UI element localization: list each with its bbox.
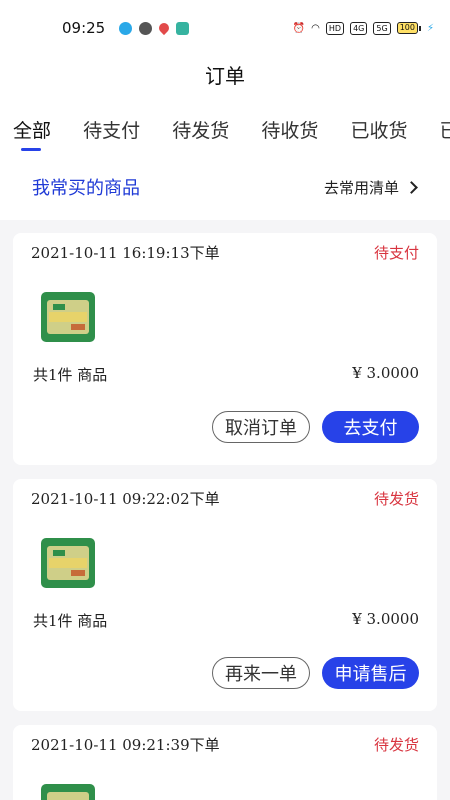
order-card[interactable]: 2021-10-11 09:21:39下单 待发货 — [13, 725, 437, 800]
location-icon — [157, 20, 172, 36]
favorites-row[interactable]: 我常买的商品 去常用清单 — [0, 154, 450, 220]
product-thumbnail[interactable] — [37, 778, 99, 800]
favorites-link[interactable]: 去常用清单 — [323, 177, 418, 198]
order-time: 2021-10-11 16:19:13下单 — [31, 244, 220, 262]
order-price: ¥ 3.0000 — [352, 610, 419, 628]
favorites-title: 我常买的商品 — [32, 178, 140, 199]
order-price: ¥ 3.0000 — [352, 364, 419, 382]
order-status: 待支付 — [373, 244, 419, 262]
battery-icon: 100 — [396, 22, 421, 34]
4g-chip: 4G — [350, 21, 368, 35]
tab-all[interactable]: 全部 — [13, 96, 51, 151]
cancel-order-button[interactable]: 取消订单 — [212, 411, 310, 443]
item-count: 共1件 商品 — [33, 612, 108, 630]
wechat-icon — [139, 21, 153, 35]
tab-pending-receipt[interactable]: 待收货 — [261, 96, 318, 143]
after-sales-button[interactable]: 申请售后 — [322, 657, 419, 689]
tab-more[interactable]: 已 — [440, 96, 450, 143]
order-tabs: 全部 待支付 待发货 待收货 已收货 已 — [0, 96, 450, 154]
order-status: 待发货 — [373, 736, 419, 754]
charging-icon: ⚡ — [426, 22, 434, 34]
alarm-icon: ⏰ — [292, 22, 306, 34]
page-title: 订单 — [205, 64, 245, 88]
battery-level: 100 — [396, 22, 418, 34]
hd-chip: HD — [325, 21, 345, 35]
product-thumbnail[interactable] — [37, 286, 99, 348]
product-thumbnail[interactable] — [37, 532, 99, 594]
wifi-icon: ◠ — [311, 22, 320, 34]
reorder-button[interactable]: 再来一单 — [212, 657, 310, 689]
order-time: 2021-10-11 09:21:39下单 — [31, 736, 220, 754]
order-status: 待发货 — [373, 490, 419, 508]
order-card[interactable]: 2021-10-11 16:19:13下单 待支付 共1件 商品 ¥ 3.000… — [13, 233, 437, 465]
qq-icon — [119, 21, 133, 35]
order-time: 2021-10-11 09:22:02下单 — [31, 490, 220, 508]
nav-bar: 订单 — [0, 56, 450, 96]
app-icon — [176, 21, 190, 35]
status-time: 09:25 — [62, 19, 106, 37]
notification-icons — [119, 20, 190, 36]
item-count: 共1件 商品 — [33, 366, 108, 384]
5g-chip: 5G — [373, 21, 391, 35]
system-icons: ⏰ ◠ HD 4G 5G 100 ⚡ — [292, 21, 434, 35]
tab-received[interactable]: 已收货 — [350, 96, 407, 143]
order-card[interactable]: 2021-10-11 09:22:02下单 待发货 共1件 商品 ¥ 3.000… — [13, 479, 437, 711]
favorites-link-label: 去常用清单 — [323, 178, 399, 197]
pay-button[interactable]: 去支付 — [322, 411, 419, 443]
tab-pending-shipment[interactable]: 待发货 — [172, 96, 229, 143]
chevron-right-icon — [405, 180, 418, 194]
status-bar: 09:25 ⏰ ◠ HD 4G 5G 100 ⚡ — [0, 0, 450, 56]
tab-pending-payment[interactable]: 待支付 — [83, 96, 140, 143]
